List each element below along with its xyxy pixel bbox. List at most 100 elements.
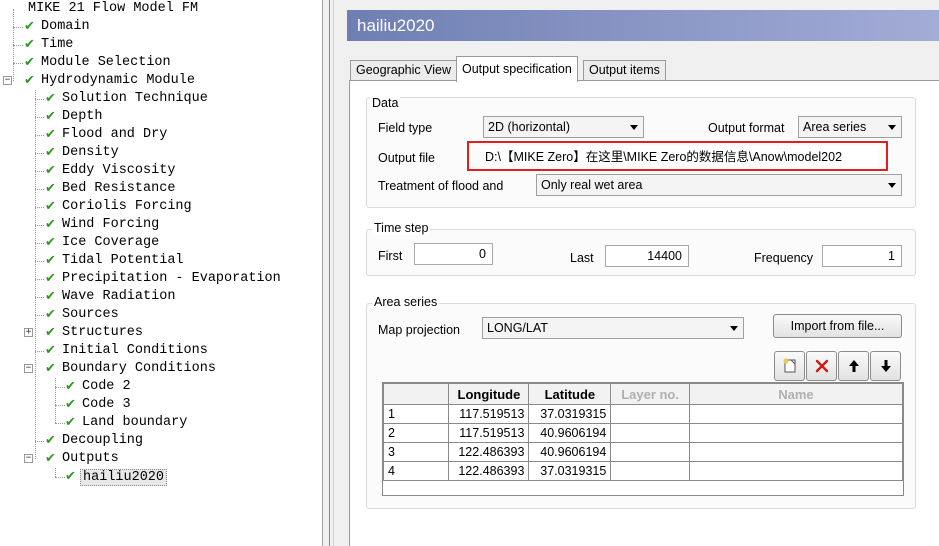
- tree-item-label: Ice Coverage: [62, 235, 160, 250]
- name-cell[interactable]: [688, 404, 904, 424]
- tree-item-label: Wave Radiation: [62, 289, 176, 304]
- checkmark-icon: ✔: [24, 37, 35, 52]
- pane-splitter[interactable]: [322, 0, 346, 546]
- last-input[interactable]: 14400: [605, 245, 689, 267]
- tab-content: Data Field type 2D (horizontal) Output f…: [349, 80, 939, 546]
- tab-output-specification[interactable]: Output specification: [456, 56, 578, 82]
- tree-item-label: Eddy Viscosity: [62, 163, 176, 178]
- tree-item-label: Decoupling: [62, 433, 144, 448]
- checkmark-icon: ✔: [45, 451, 56, 466]
- move-down-button[interactable]: [870, 351, 901, 381]
- last-label: Last: [570, 251, 594, 265]
- table-row[interactable]: 4 122.486393 37.0319315: [382, 461, 904, 481]
- output-format-select[interactable]: Area series: [798, 116, 902, 138]
- layer-cell[interactable]: [610, 461, 690, 481]
- move-up-button[interactable]: [838, 351, 869, 381]
- row-index: 3: [382, 442, 450, 462]
- tree-item-label: Land boundary: [82, 415, 188, 430]
- flood-treatment-label: Treatment of flood and: [378, 179, 504, 193]
- splitter-line: [329, 0, 330, 546]
- map-projection-select[interactable]: LONG/LAT: [482, 317, 744, 339]
- latitude-cell[interactable]: 37.0319315: [528, 461, 612, 481]
- tree-item-label: Coriolis Forcing: [62, 199, 192, 214]
- tree-item-label: Initial Conditions: [62, 343, 208, 358]
- tree-item-label: Structures: [62, 325, 144, 340]
- flood-treatment-select[interactable]: Only real wet area: [536, 174, 902, 196]
- tree-item-label: Code 2: [82, 379, 131, 394]
- longitude-cell[interactable]: 117.519513: [448, 404, 530, 424]
- longitude-cell[interactable]: 122.486393: [448, 461, 530, 481]
- table-row[interactable]: 1 117.519513 37.0319315: [382, 404, 904, 424]
- checkmark-icon: ✔: [45, 325, 56, 340]
- checkmark-icon: ✔: [45, 289, 56, 304]
- tree-item-label: Precipitation - Evaporation: [62, 271, 281, 286]
- column-header-name[interactable]: Name: [688, 383, 904, 405]
- new-row-button[interactable]: [774, 351, 805, 381]
- field-type-label: Field type: [378, 121, 433, 135]
- field-type-select[interactable]: 2D (horizontal): [483, 116, 644, 138]
- chevron-down-icon: [888, 183, 896, 188]
- checkmark-icon: ✔: [65, 379, 76, 394]
- checkmark-icon: ✔: [24, 19, 35, 34]
- frequency-input[interactable]: 1: [822, 245, 902, 267]
- checkmark-icon: ✔: [24, 55, 35, 70]
- longitude-cell[interactable]: 122.486393: [448, 442, 530, 462]
- column-header-index[interactable]: [382, 383, 450, 405]
- checkmark-icon: ✔: [45, 199, 56, 214]
- tab-geographic-view[interactable]: Geographic View: [350, 60, 457, 81]
- tree-item-label: Wind Forcing: [62, 217, 160, 232]
- tree-item-label: MIKE 21 Flow Model FM: [28, 1, 199, 16]
- collapse-icon[interactable]: −: [3, 76, 12, 85]
- tree-item-label: Domain: [41, 19, 90, 34]
- layer-cell[interactable]: [610, 442, 690, 462]
- checkmark-icon: ✔: [45, 343, 56, 358]
- first-input[interactable]: 0: [414, 243, 493, 265]
- delete-row-button[interactable]: [806, 351, 837, 381]
- name-cell[interactable]: [688, 442, 904, 462]
- tree-item-label: Outputs: [62, 451, 119, 466]
- collapse-icon[interactable]: −: [24, 454, 33, 463]
- import-from-file-button[interactable]: Import from file...: [773, 314, 902, 338]
- map-projection-label: Map projection: [378, 323, 460, 337]
- table-row[interactable]: 3 122.486393 40.9606194: [382, 442, 904, 462]
- time-step-title: Time step: [372, 221, 431, 235]
- name-cell[interactable]: [688, 461, 904, 481]
- column-header-longitude[interactable]: Longitude: [448, 383, 530, 405]
- column-header-layer-no[interactable]: Layer no.: [610, 383, 690, 405]
- first-label: First: [378, 249, 403, 263]
- latitude-cell[interactable]: 40.9606194: [528, 423, 612, 443]
- model-tree: − + − − MIKE 21 Flow Model FM ✔ Domain ✔…: [0, 0, 322, 546]
- tree-item-label: Module Selection: [41, 55, 171, 70]
- tree-item-label: Solution Technique: [62, 91, 208, 106]
- table-row[interactable]: 2 117.519513 40.9606194: [382, 423, 904, 443]
- area-series-title: Area series: [372, 295, 440, 309]
- delete-icon: [815, 359, 828, 373]
- new-row-icon: [783, 358, 795, 373]
- checkmark-icon: ✔: [45, 307, 56, 322]
- checkmark-icon: ✔: [24, 73, 35, 88]
- latitude-cell[interactable]: 37.0319315: [528, 404, 612, 424]
- checkmark-icon: ✔: [45, 127, 56, 142]
- tab-output-items[interactable]: Output items: [583, 60, 666, 81]
- tree-item-label: Boundary Conditions: [62, 361, 216, 376]
- flood-treatment-value: Only real wet area: [541, 178, 643, 192]
- layer-cell[interactable]: [610, 404, 690, 424]
- frequency-label: Frequency: [754, 251, 814, 265]
- column-header-latitude[interactable]: Latitude: [528, 383, 612, 405]
- tree-item-label: Depth: [62, 109, 103, 124]
- tree-item-label: Time: [41, 37, 74, 52]
- map-projection-value: LONG/LAT: [487, 321, 548, 335]
- checkmark-icon: ✔: [45, 145, 56, 160]
- row-index: 1: [382, 404, 450, 424]
- field-type-value: 2D (horizontal): [488, 120, 570, 134]
- checkmark-icon: ✔: [65, 415, 76, 430]
- checkmark-icon: ✔: [45, 253, 56, 268]
- chevron-down-icon: [888, 125, 896, 130]
- longitude-cell[interactable]: 117.519513: [448, 423, 530, 443]
- layer-cell[interactable]: [610, 423, 690, 443]
- name-cell[interactable]: [688, 423, 904, 443]
- expand-icon[interactable]: +: [24, 328, 33, 337]
- collapse-icon[interactable]: −: [24, 364, 33, 373]
- tree-item-label: Sources: [62, 307, 119, 322]
- latitude-cell[interactable]: 40.9606194: [528, 442, 612, 462]
